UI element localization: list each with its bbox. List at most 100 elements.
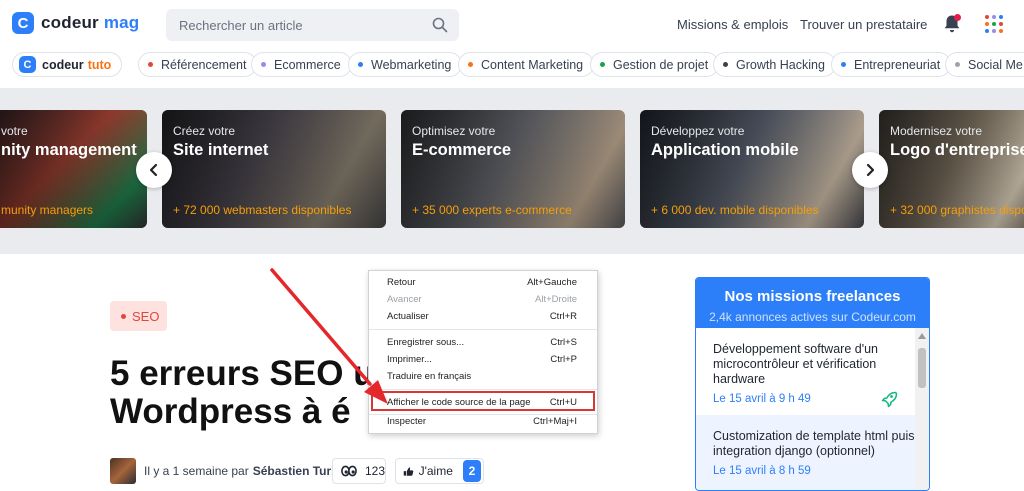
services-carousel: votre nity management munity managers Cr…	[0, 88, 1024, 254]
missions-title: Nos missions freelances	[724, 288, 901, 305]
search-box	[166, 9, 459, 41]
category-dot	[600, 62, 605, 67]
category-dot	[358, 62, 363, 67]
like-button[interactable]: J'aime 2	[395, 458, 484, 484]
service-card[interactable]: votre nity management munity managers	[0, 110, 147, 228]
category-dot	[841, 62, 846, 67]
logo-badge-icon: C	[12, 12, 34, 34]
mission-item[interactable]: Customization de template html puis inte…	[696, 415, 915, 490]
tag-label: SEO	[132, 308, 160, 324]
category-label: Growth Hacking	[736, 57, 825, 72]
eyes-icon	[341, 465, 357, 477]
category-chip[interactable]: Ecommerce	[251, 52, 352, 77]
tag-dot	[121, 313, 126, 319]
thumbs-up-icon	[403, 466, 414, 476]
card-kicker: Développez votre	[651, 124, 745, 138]
mission-item[interactable]: Développement software d'un microcontrôl…	[696, 328, 915, 414]
notification-dot	[954, 14, 961, 21]
article-meta: Il y a 1 semaine par Sébastien Turbé	[110, 458, 345, 484]
menu-item-traduire[interactable]: Traduire en français	[369, 368, 597, 385]
category-label: Webmarketing	[371, 57, 452, 72]
card-title: nity management	[1, 141, 137, 159]
category-label: Ecommerce	[274, 57, 341, 72]
carousel-prev-button[interactable]	[136, 152, 172, 188]
missions-subtitle: 2,4k annonces actives sur Codeur.com	[709, 310, 916, 324]
category-chip[interactable]: Référencement	[138, 52, 258, 77]
menu-item-imprimer[interactable]: Imprimer... Ctrl+P	[369, 351, 597, 368]
mission-date: Le 15 avril à 8 h 59	[713, 465, 811, 477]
scrollbar-thumb[interactable]	[918, 348, 926, 388]
menu-item-inspecter[interactable]: Inspecter Ctrl+Maj+I	[369, 413, 597, 430]
category-dot	[723, 62, 728, 67]
menu-item-actualiser[interactable]: Actualiser Ctrl+R	[369, 308, 597, 325]
tuto-suffix: tuto	[87, 57, 112, 72]
card-stat: + 32 000 graphistes disponibles	[890, 203, 1024, 217]
search-input[interactable]	[179, 17, 419, 33]
views-counter: 123	[332, 458, 386, 484]
card-title: Application mobile	[651, 141, 799, 159]
category-label: Social Me	[968, 57, 1023, 72]
card-title: Site internet	[173, 141, 269, 159]
service-card[interactable]: Développez votre Application mobile + 6 …	[640, 110, 864, 228]
top-header: C codeur mag Missions & emplois Trouver …	[0, 0, 1024, 48]
card-kicker: Optimisez votre	[412, 124, 496, 138]
seo-category-tag[interactable]: SEO	[110, 301, 167, 331]
nav-missions-emplois[interactable]: Missions & emplois	[677, 17, 788, 32]
logo-text: codeur	[41, 13, 99, 32]
meta-prefix: Il y a 1 semaine par	[144, 464, 249, 478]
category-chip[interactable]: Social Me	[945, 52, 1024, 77]
views-count: 123	[364, 464, 385, 478]
missions-panel: Nos missions freelances 2,4k annonces ac…	[695, 277, 930, 491]
logo-suffix: mag	[103, 13, 140, 32]
category-chip[interactable]: Growth Hacking	[713, 52, 836, 77]
nav-trouver-prestataire[interactable]: Trouver un prestataire	[800, 17, 927, 32]
category-bar: C codeur tuto Référencement Ecommerce We…	[0, 50, 1024, 82]
category-dot	[261, 62, 266, 67]
card-kicker: Créez votre	[173, 124, 236, 138]
service-card[interactable]: Modernisez votre Logo d'entreprise + 32 …	[879, 110, 1024, 228]
category-chip[interactable]: Content Marketing	[458, 52, 595, 77]
codeur-tuto-chip[interactable]: C codeur tuto	[12, 52, 123, 77]
tuto-badge-icon: C	[19, 56, 36, 73]
scroll-up-icon[interactable]	[918, 333, 926, 339]
category-dot	[955, 62, 960, 67]
category-label: Référencement	[161, 57, 247, 72]
tuto-text: codeur	[42, 57, 84, 72]
category-label: Entrepreneuriat	[854, 57, 941, 72]
category-chip[interactable]: Webmarketing	[348, 52, 463, 77]
card-title: Logo d'entreprise	[890, 141, 1024, 159]
search-icon[interactable]	[432, 17, 448, 33]
rocket-icon	[881, 391, 898, 408]
category-dot	[468, 62, 473, 67]
carousel-next-button[interactable]	[852, 152, 888, 188]
card-title: E-commerce	[412, 141, 512, 159]
menu-item-retour[interactable]: Retour Alt+Gauche	[369, 274, 597, 291]
chevron-right-icon	[866, 163, 875, 177]
card-kicker: Modernisez votre	[890, 124, 983, 138]
service-card[interactable]: Optimisez votre E-commerce + 35 000 expe…	[401, 110, 625, 228]
card-stat: + 6 000 dev. mobile disponibles	[651, 203, 819, 217]
service-card[interactable]: Créez votre Site internet + 72 000 webma…	[162, 110, 386, 228]
like-count: 2	[462, 460, 481, 482]
menu-item-avancer[interactable]: Avancer Alt+Droite	[369, 291, 597, 308]
mission-title: Customization de template html puis inte…	[713, 429, 915, 458]
menu-separator	[369, 329, 597, 330]
card-kicker: votre	[1, 124, 28, 138]
mission-title: Développement software d'un microcontrôl…	[713, 342, 878, 386]
card-stat: + 35 000 experts e-commerce	[412, 203, 572, 217]
menu-separator	[369, 389, 597, 390]
menu-item-enregistrer[interactable]: Enregistrer sous... Ctrl+S	[369, 334, 597, 351]
missions-header: Nos missions freelances 2,4k annonces ac…	[696, 278, 929, 328]
like-label: J'aime	[418, 464, 453, 478]
author-avatar[interactable]	[110, 458, 136, 484]
browser-context-menu: Retour Alt+Gauche Avancer Alt+Droite Actua…	[368, 270, 598, 434]
apps-grid-icon[interactable]	[985, 15, 1003, 33]
category-chip[interactable]: Gestion de projet	[590, 52, 720, 77]
category-chip[interactable]: Entrepreneuriat	[831, 52, 952, 77]
view-source-highlight-box	[371, 391, 595, 411]
codeur-mag-logo[interactable]: C codeur mag	[12, 12, 139, 34]
category-label: Gestion de projet	[613, 57, 709, 72]
category-label: Content Marketing	[481, 57, 584, 72]
card-stat: + 72 000 webmasters disponibles	[173, 203, 352, 217]
category-dot	[148, 62, 153, 67]
